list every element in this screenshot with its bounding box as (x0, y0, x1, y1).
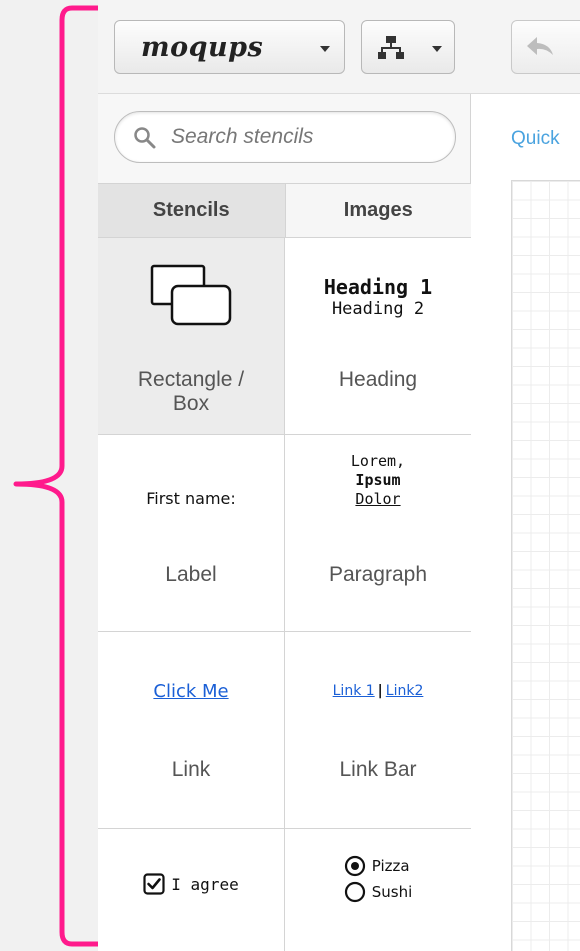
undo-button[interactable] (511, 20, 580, 74)
app-logo: moqups (141, 31, 264, 63)
search-box (114, 111, 456, 163)
stencil-preview: Click Me (98, 676, 284, 706)
radio-unselected-icon (344, 881, 365, 903)
canvas-area: Quick (471, 0, 580, 951)
stencil-label: Link Bar (339, 758, 417, 781)
stencil-grid: Rectangle / Box Heading 1 Heading 2 Head… (98, 238, 471, 951)
tab-images[interactable]: Images (284, 184, 471, 237)
stencil-checkbox[interactable]: I agree (98, 829, 284, 951)
sitemap-button[interactable] (361, 20, 455, 74)
stencil-row: Click Me Link Link 1 | Link2 Link Bar (98, 632, 471, 829)
stencil-preview: Link 1 | Link2 (285, 676, 471, 706)
heading-1-preview: Heading 1 (323, 275, 433, 299)
sitemap-icon (378, 36, 404, 59)
stencil-preview (98, 260, 284, 330)
stencil-row: Rectangle / Box Heading 1 Heading 2 Head… (98, 238, 471, 435)
chevron-down-icon (432, 46, 442, 52)
link-bar-preview: Link 1 | Link2 (332, 683, 424, 699)
stencil-radio[interactable]: Pizza Sushi (284, 829, 471, 951)
undo-arrow-icon (527, 37, 553, 55)
chevron-down-icon (320, 46, 330, 52)
stencil-link[interactable]: Click Me Link (98, 632, 284, 828)
stencil-label: Label (165, 563, 217, 586)
stencil-preview: First name: (98, 483, 284, 513)
checkbox-preview-label: I agree (171, 874, 239, 894)
checkbox-checked-icon (143, 873, 165, 895)
stencil-label: Link (171, 758, 211, 781)
paragraph-preview: Lorem, Ipsum Dolor (350, 451, 406, 508)
annotation-bracket (13, 5, 100, 947)
stencil-tabs: Stencils Images (98, 183, 471, 238)
stencil-label: Rectangle / Box (137, 368, 245, 415)
stencil-preview: Lorem, Ipsum Dolor (285, 447, 471, 513)
stencil-label: Heading (338, 368, 418, 391)
rectangle-stencil-icon (150, 264, 232, 326)
radio-option-label: Sushi (371, 883, 413, 901)
panel-topbar: moqups (98, 0, 471, 94)
stencil-label-item[interactable]: First name: Label (98, 435, 284, 631)
stencil-row: I agree Pizza Sushi (98, 829, 471, 951)
app-menu-button[interactable]: moqups (114, 20, 345, 74)
stencil-heading[interactable]: Heading 1 Heading 2 Heading (284, 238, 471, 434)
search-input[interactable] (171, 123, 441, 151)
stencil-preview: I agree (98, 869, 284, 899)
radio-selected-icon (344, 855, 365, 877)
search-icon (134, 127, 156, 149)
stencil-row: First name: Label Lorem, Ipsum Dolor Par… (98, 435, 471, 632)
stencil-paragraph[interactable]: Lorem, Ipsum Dolor Paragraph (284, 435, 471, 631)
design-canvas[interactable] (511, 180, 580, 951)
heading-2-preview: Heading 2 (331, 299, 425, 319)
quick-link[interactable]: Quick (511, 128, 560, 150)
stencil-preview: Pizza Sushi (285, 851, 471, 907)
radio-option-label: Pizza (371, 857, 410, 875)
label-preview: First name: (146, 488, 236, 508)
stencil-label: Paragraph (328, 563, 428, 586)
stencil-link-bar[interactable]: Link 1 | Link2 Link Bar (284, 632, 471, 828)
canvas-toolbar (471, 0, 580, 94)
link-preview: Click Me (153, 680, 229, 702)
stencil-panel: moqups Stencils Images (98, 0, 471, 951)
stencil-preview: Heading 1 Heading 2 (285, 272, 471, 322)
stencil-rectangle[interactable]: Rectangle / Box (98, 238, 284, 434)
tab-stencils[interactable]: Stencils (98, 184, 285, 237)
